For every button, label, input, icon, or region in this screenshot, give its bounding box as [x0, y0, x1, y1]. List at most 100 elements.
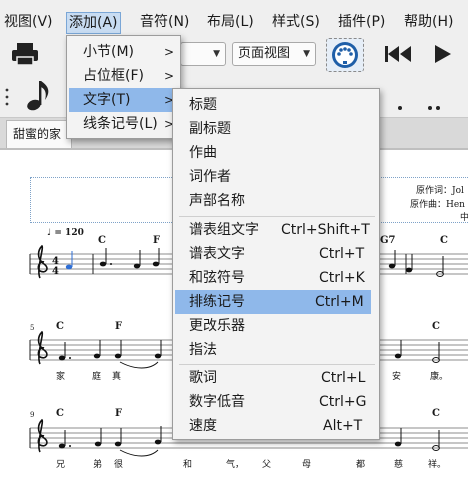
- menu-item-shortcut: Alt+T: [323, 418, 363, 434]
- chord-symbol[interactable]: C: [98, 235, 106, 246]
- lyric-syllable[interactable]: 家: [56, 369, 65, 382]
- svg-text:4: 4: [52, 266, 59, 277]
- midi-port-icon: [332, 42, 358, 68]
- lyric-syllable[interactable]: 祥。: [428, 457, 446, 470]
- text-submenu: 标题 副标题 作曲 词作者 声部名称 谱表组文字 Ctrl+Shift+T 谱表…: [172, 88, 380, 440]
- menu-item-title[interactable]: 标题: [175, 93, 377, 117]
- menu-item-label: 数字低音: [189, 394, 245, 410]
- measure-number: 5: [30, 324, 35, 332]
- menu-item-lines[interactable]: 线条记号(L) >: [69, 112, 178, 136]
- menu-item-label: 指法: [189, 342, 217, 358]
- lyric-syllable[interactable]: 康。: [430, 369, 448, 382]
- lyric-syllable[interactable]: 兄: [56, 457, 65, 470]
- menu-item-label: 占位框(F): [83, 68, 144, 84]
- lyric-syllable[interactable]: 庭: [92, 369, 101, 382]
- menu-item-text[interactable]: 文字(T) >: [69, 88, 178, 112]
- lyric-syllable[interactable]: 都: [356, 457, 365, 470]
- menu-item-label: 副标题: [189, 121, 231, 137]
- lyric-syllable[interactable]: 和: [183, 457, 192, 470]
- lyric-syllable[interactable]: 弟: [93, 457, 102, 470]
- menu-item-label: 速度: [189, 418, 217, 434]
- menu-item-label: 线条记号(L): [83, 116, 158, 132]
- menu-item-frames[interactable]: 占位框(F) >: [69, 64, 178, 88]
- menu-item-shortcut: Ctrl+G: [319, 394, 367, 410]
- lyric-syllable[interactable]: 慈: [394, 457, 403, 470]
- zoom-combo[interactable]: ▼: [180, 42, 226, 66]
- chord-symbol[interactable]: C: [432, 321, 440, 332]
- skip-back-icon[interactable]: [382, 42, 414, 66]
- menu-item-label: 作曲: [189, 145, 217, 161]
- lyric-syllable[interactable]: 母: [302, 457, 311, 470]
- chord-symbol[interactable]: C: [440, 235, 448, 246]
- menu-item-label: 谱表组文字: [189, 222, 259, 238]
- menu-item-label: 更改乐器: [189, 318, 245, 334]
- menu-item-label: 谱表文字: [189, 246, 245, 262]
- chord-symbol[interactable]: C: [432, 408, 440, 419]
- toolbar-handle-icon[interactable]: [4, 84, 16, 110]
- menu-item-instrument-change[interactable]: 更改乐器: [175, 314, 377, 338]
- menu-item-rehearsal-mark[interactable]: 排练记号 Ctrl+M: [175, 290, 371, 314]
- eighth-note-icon[interactable]: [24, 78, 52, 112]
- menu-style[interactable]: 样式(S): [270, 12, 322, 32]
- chevron-right-icon: >: [164, 69, 175, 83]
- chord-symbol[interactable]: F: [115, 321, 122, 332]
- menu-item-label: 词作者: [189, 169, 231, 185]
- lyric-syllable[interactable]: 父: [262, 457, 271, 470]
- view-mode-value: 页面视图: [238, 46, 291, 61]
- lyric-syllable[interactable]: 气，: [226, 457, 244, 470]
- menu-item-fingering[interactable]: 指法: [175, 338, 377, 362]
- menu-item-composer[interactable]: 作曲: [175, 141, 377, 165]
- menu-item-system-text[interactable]: 谱表组文字 Ctrl+Shift+T: [175, 218, 377, 242]
- menu-layout[interactable]: 布局(L): [205, 12, 256, 32]
- tab-score[interactable]: 甜蜜的家: [6, 120, 72, 148]
- add-menu-dropdown: 小节(M) > 占位框(F) > 文字(T) > 线条记号(L) >: [66, 35, 181, 139]
- menu-bar: 视图(V) 添加(A) 音符(N) 布局(L) 样式(S) 插件(P) 帮助(H…: [0, 0, 468, 34]
- menu-item-figured-bass[interactable]: 数字低音 Ctrl+G: [175, 390, 377, 414]
- menu-item-shortcut: Ctrl+K: [319, 270, 365, 286]
- lyric-syllable[interactable]: 安: [392, 369, 401, 382]
- menu-notes[interactable]: 音符(N): [138, 12, 191, 32]
- chevron-right-icon: >: [164, 45, 175, 59]
- menu-item-chord-symbol[interactable]: 和弦符号 Ctrl+K: [175, 266, 377, 290]
- menu-separator: [179, 364, 375, 365]
- menu-help[interactable]: 帮助(H): [402, 12, 455, 32]
- menu-item-part-name[interactable]: 声部名称: [175, 189, 377, 213]
- view-mode-select[interactable]: 页面视图 ▼: [232, 42, 316, 66]
- lyricist-credit: 原作词：Jol: [416, 186, 464, 196]
- menu-plugins[interactable]: 插件(P): [336, 12, 387, 32]
- composer-credit: 原作曲：Hen: [410, 200, 465, 210]
- chord-symbol[interactable]: G7: [380, 235, 396, 246]
- menu-item-subtitle[interactable]: 副标题: [175, 117, 377, 141]
- menu-separator: [179, 216, 375, 217]
- chord-symbol[interactable]: C: [56, 321, 64, 332]
- chord-symbol[interactable]: F: [153, 235, 160, 246]
- tempo-marking[interactable]: ♩ = 120: [47, 228, 84, 238]
- menu-item-lyricist[interactable]: 词作者: [175, 165, 377, 189]
- play-icon[interactable]: [430, 42, 454, 66]
- measure-number: 9: [30, 411, 35, 419]
- menu-item-label: 声部名称: [189, 193, 245, 209]
- printer-icon[interactable]: [10, 40, 40, 68]
- midi-input-button[interactable]: [326, 38, 364, 72]
- translator-credit: 中: [460, 213, 468, 223]
- menu-item-shortcut: Ctrl+T: [319, 246, 365, 262]
- menu-item-lyrics[interactable]: 歌词 Ctrl+L: [175, 366, 377, 390]
- chord-symbol[interactable]: C: [56, 408, 64, 419]
- chevron-down-icon: ▼: [213, 49, 220, 59]
- chord-symbol[interactable]: F: [115, 408, 122, 419]
- menu-item-shortcut: Ctrl+Shift+T: [281, 222, 370, 238]
- menu-item-label: 标题: [189, 97, 217, 113]
- menu-item-staff-text[interactable]: 谱表文字 Ctrl+T: [175, 242, 377, 266]
- menu-item-measures[interactable]: 小节(M) >: [69, 40, 178, 64]
- menu-add[interactable]: 添加(A): [66, 12, 121, 34]
- lyric-syllable[interactable]: 很: [114, 457, 123, 470]
- menu-item-shortcut: Ctrl+M: [315, 294, 364, 310]
- chevron-down-icon: ▼: [303, 49, 310, 59]
- menu-item-tempo[interactable]: 速度 Alt+T: [175, 414, 377, 438]
- menu-item-label: 小节(M): [83, 44, 135, 60]
- menu-view[interactable]: 视图(V): [2, 12, 55, 32]
- menu-item-shortcut: Ctrl+L: [321, 370, 366, 386]
- double-dot-icon[interactable]: [424, 98, 444, 110]
- lyric-syllable[interactable]: 真: [112, 369, 121, 382]
- dot-icon[interactable]: [392, 98, 408, 110]
